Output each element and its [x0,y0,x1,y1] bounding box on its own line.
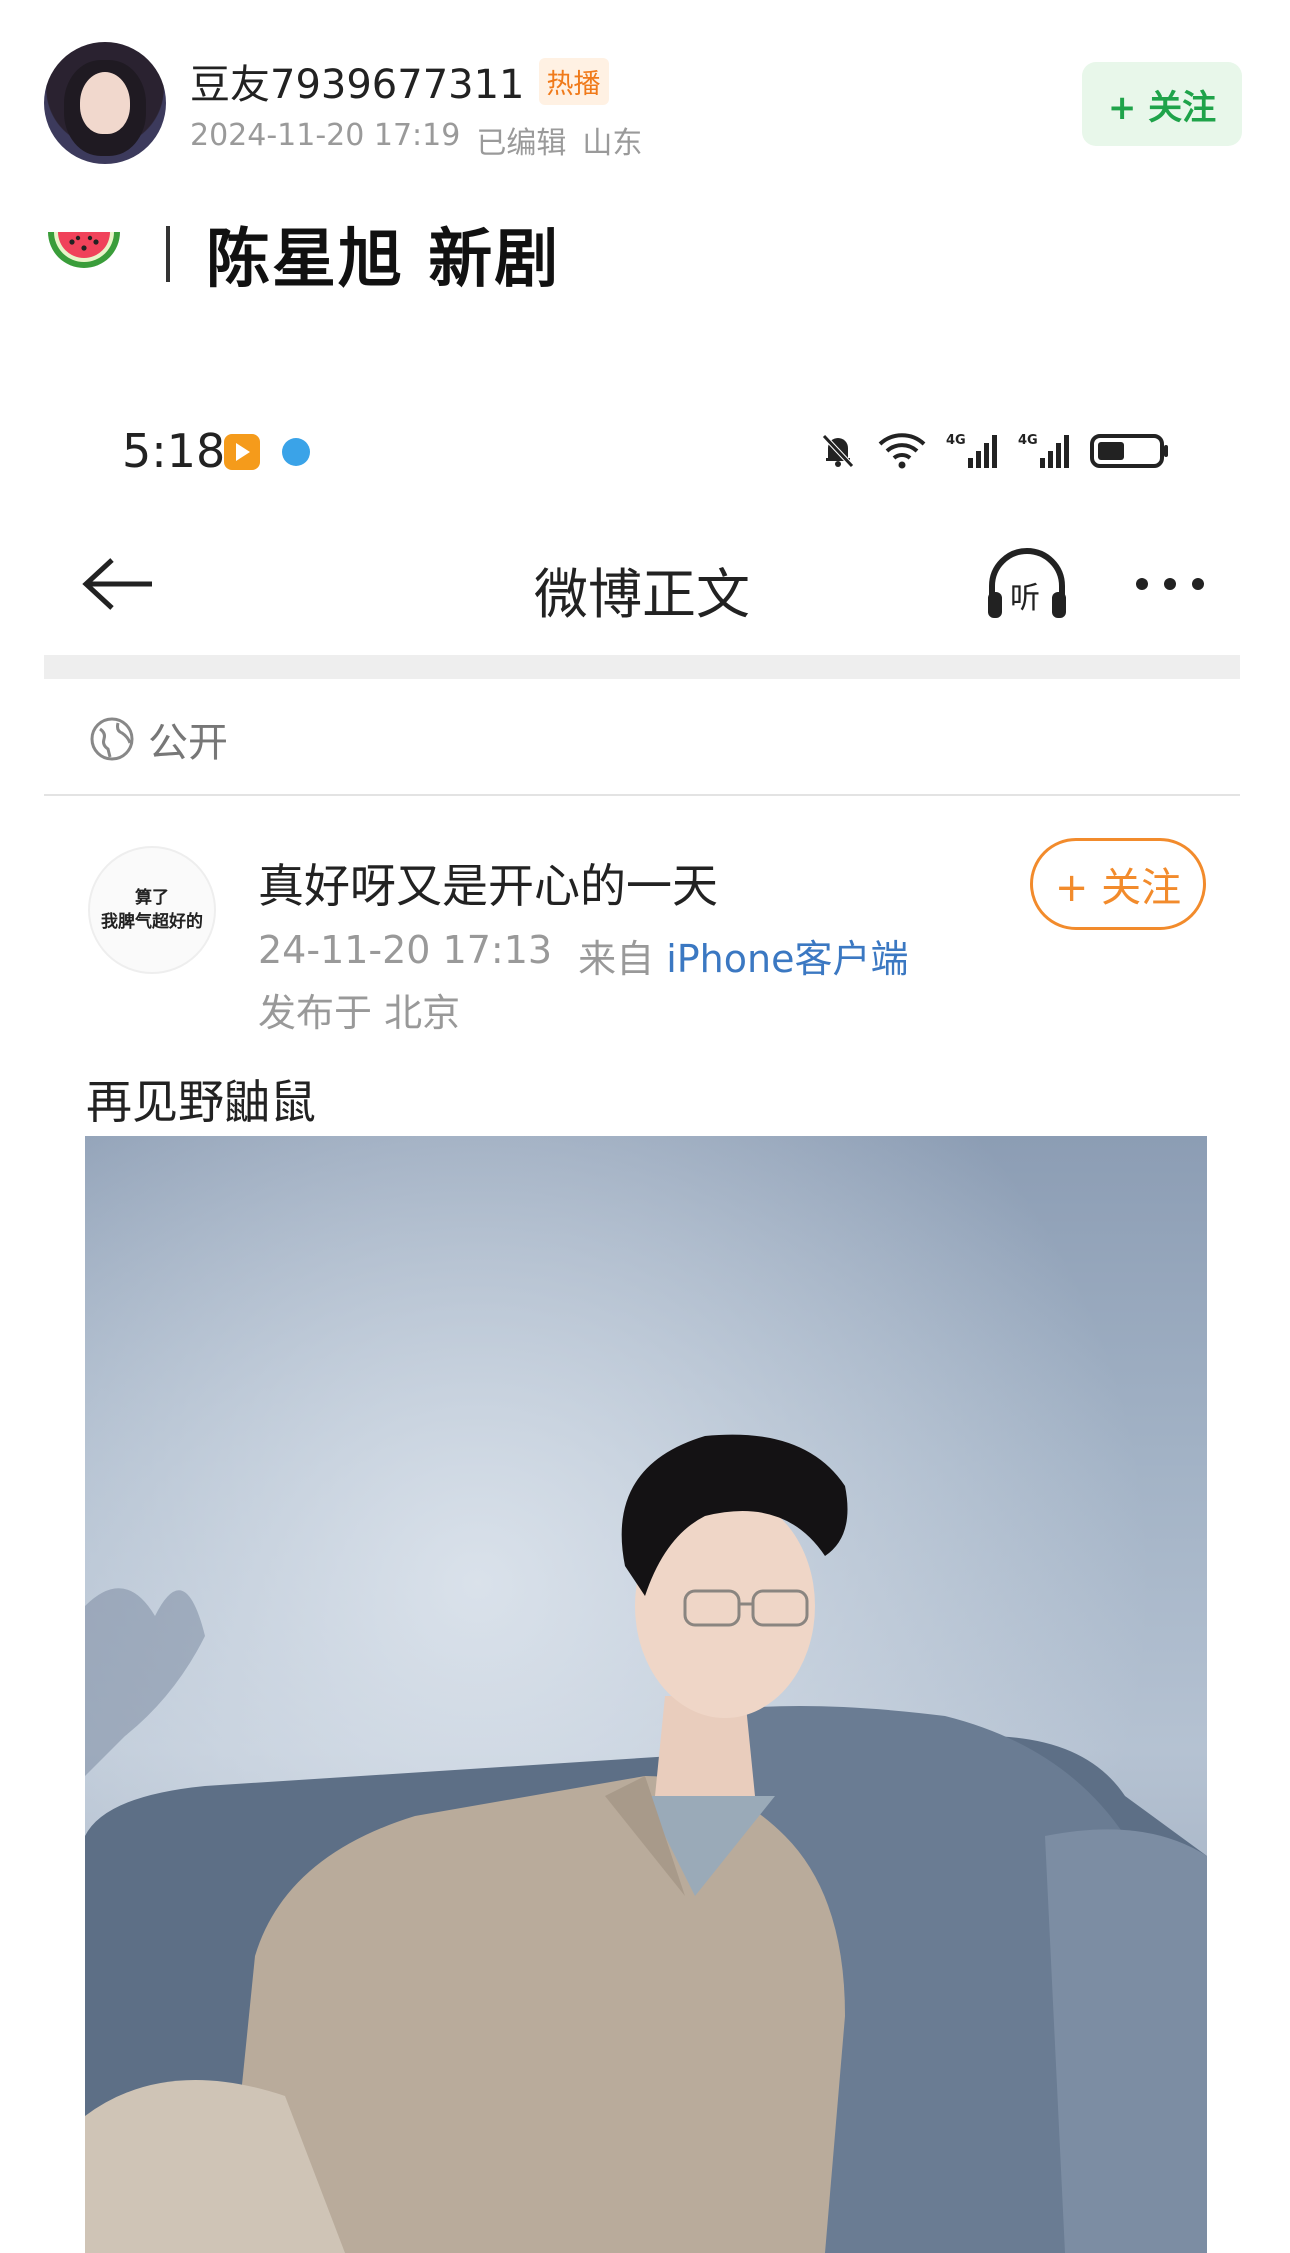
watermelon-icon [44,224,124,284]
post-title: 陈星旭 新剧 [206,223,561,297]
post-edited-label: 已编辑 [476,126,567,161]
weibo-photo[interactable] [85,1136,1207,2253]
title-separator [166,226,170,282]
status-bar: 5:18 4G 4G [44,420,1240,490]
post-location: 山东 [582,126,643,161]
signal-4g-icon: 4G [946,433,997,468]
visibility-row: 公开 [88,710,228,768]
weibo-follow-button[interactable]: + 关注 [1030,838,1206,930]
avatar-text-line2: 我脾气超好的 [101,912,203,932]
svg-text:4G: 4G [946,433,966,448]
weibo-datetime: 24-11-20 17:13 [258,928,553,972]
hot-badge: 热播 [538,57,609,105]
weibo-nav-bar: 微博正文 听 [44,540,1240,630]
browser-app-icon [282,438,310,466]
weibo-text: 再见野鼬鼠 [86,1075,316,1129]
wifi-icon [878,433,926,469]
battery-icon [1090,434,1168,468]
author-avatar[interactable] [44,42,166,164]
svg-text:4G: 4G [1018,433,1038,448]
post-meta: 2024-11-20 17:19 已编辑 山东 [190,118,642,162]
globe-icon [90,717,134,761]
status-icons: 4G 4G [818,430,1170,470]
weibo-location: 发布于 北京 [258,991,461,1035]
photo-illustration [85,1136,1207,2253]
weibo-author-avatar[interactable]: 算了 我脾气超好的 [88,846,216,974]
more-options-icon[interactable] [1134,574,1206,594]
visibility-label: 公开 [148,720,228,766]
follow-button[interactable]: + 关注 [1082,62,1242,146]
status-time: 5:18 [122,424,226,478]
weibo-source-row: 来自 iPhone客户端 [578,928,908,983]
avatar-text-line1: 算了 [135,888,169,908]
weibo-author-name[interactable]: 真好呀又是开心的一天 [258,850,718,916]
post-datetime: 2024-11-20 17:19 [190,118,461,153]
signal-4g-icon-2: 4G [1018,433,1069,468]
weibo-meta: 24-11-20 17:13 来自 iPhone客户端 [258,928,908,983]
divider [44,794,1240,796]
weibo-source-link[interactable]: iPhone客户端 [666,937,908,981]
author-row: 豆友7939677311 热播 [190,52,609,110]
svg-text:听: 听 [1010,581,1040,616]
video-app-icon [224,434,260,470]
section-separator [44,655,1240,679]
mute-bell-icon [822,434,854,468]
headphones-listen-icon[interactable]: 听 [984,544,1070,624]
post-title-row: 陈星旭 新剧 [44,208,560,300]
author-username[interactable]: 豆友7939677311 [190,52,525,110]
weibo-source-prefix: 来自 [578,937,655,981]
